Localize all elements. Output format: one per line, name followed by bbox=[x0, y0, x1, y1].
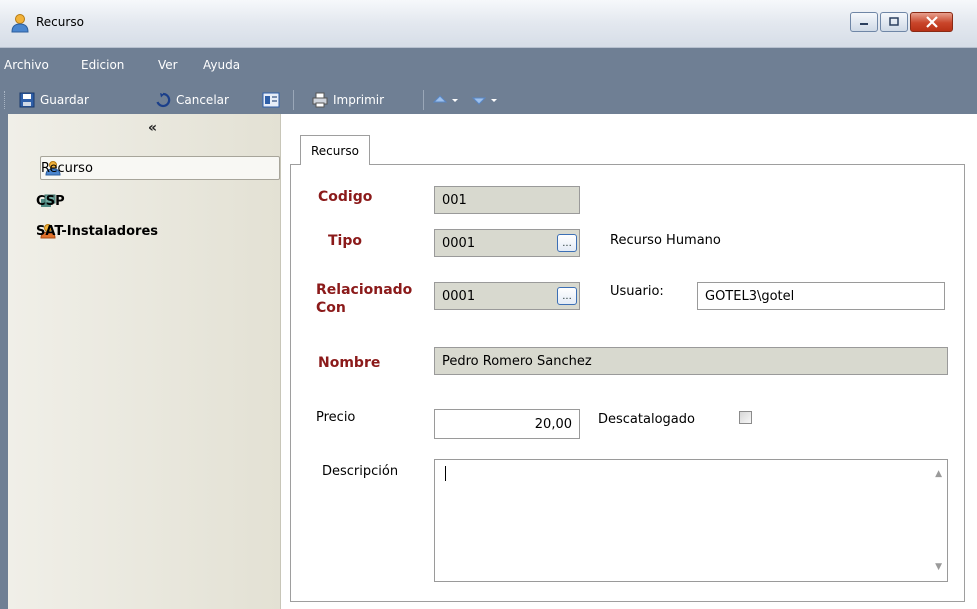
printer-icon bbox=[312, 92, 328, 108]
menu-edicion[interactable]: Edicion bbox=[81, 58, 124, 72]
descripcion-textarea[interactable]: ▲ ▼ bbox=[434, 459, 948, 582]
text-caret bbox=[445, 466, 446, 481]
tab-recurso[interactable]: Recurso bbox=[300, 135, 370, 165]
menu-archivo[interactable]: Archivo bbox=[4, 58, 49, 72]
nombre-field[interactable]: Pedro Romero Sanchez bbox=[434, 347, 948, 375]
user-icon bbox=[11, 13, 29, 33]
minimize-button[interactable] bbox=[850, 12, 878, 32]
sidebar-item-label: Recurso bbox=[41, 160, 93, 176]
floppy-icon bbox=[19, 92, 35, 108]
toolbar-grip[interactable] bbox=[4, 91, 7, 109]
precio-field[interactable]: 20,00 bbox=[434, 409, 580, 439]
tipo-description: Recurso Humano bbox=[610, 233, 721, 248]
collapse-panel-button[interactable]: « bbox=[148, 120, 157, 136]
tipo-value: 0001 bbox=[442, 235, 476, 251]
window-title: Recurso bbox=[36, 15, 84, 29]
usuario-label: Usuario: bbox=[610, 284, 664, 299]
sidebar-item-csp[interactable]: CSP bbox=[36, 189, 281, 213]
nombre-label: Nombre bbox=[318, 355, 381, 371]
codigo-value: 001 bbox=[442, 192, 467, 208]
codigo-field[interactable]: 001 bbox=[434, 186, 580, 214]
descatalogado-checkbox[interactable] bbox=[739, 411, 752, 424]
undo-icon bbox=[155, 92, 171, 108]
navigate-down-dropdown[interactable] bbox=[471, 91, 501, 109]
navigate-up-dropdown[interactable] bbox=[432, 91, 462, 109]
codigo-label: Codigo bbox=[318, 189, 373, 205]
print-button[interactable]: Imprimir bbox=[312, 91, 384, 109]
print-label: Imprimir bbox=[333, 93, 385, 107]
navigation-panel: « Recurso CSP SAT-Instaladores bbox=[8, 114, 281, 609]
relacionado-value: 0001 bbox=[442, 288, 476, 304]
left-frame bbox=[0, 114, 8, 609]
relacionado-label-line2: Con bbox=[316, 300, 346, 316]
title-bar: Recurso bbox=[0, 0, 977, 48]
cancel-label: Cancelar bbox=[176, 93, 229, 107]
sidebar-item-label: CSP bbox=[36, 193, 65, 209]
toolbar-separator bbox=[293, 90, 294, 110]
relacionado-lookup-button[interactable]: ... bbox=[557, 287, 577, 305]
menu-ver[interactable]: Ver bbox=[158, 58, 178, 72]
nombre-value: Pedro Romero Sanchez bbox=[442, 353, 592, 369]
save-label: Guardar bbox=[40, 93, 89, 107]
maximize-button[interactable] bbox=[880, 12, 908, 32]
cancel-button[interactable]: Cancelar bbox=[155, 91, 229, 109]
close-button[interactable] bbox=[910, 12, 953, 32]
save-button[interactable]: Guardar bbox=[19, 91, 89, 109]
form-icon[interactable] bbox=[262, 91, 280, 109]
usuario-value: GOTEL3\gotel bbox=[705, 288, 795, 304]
descripcion-label: Descripción bbox=[322, 464, 399, 479]
scroll-down-arrow-icon[interactable]: ▼ bbox=[935, 562, 942, 572]
tipo-label: Tipo bbox=[328, 233, 362, 249]
precio-value: 20,00 bbox=[534, 416, 572, 432]
usuario-field[interactable]: GOTEL3\gotel bbox=[697, 282, 945, 310]
toolbar: Guardar Cancelar Imprimir bbox=[0, 86, 977, 114]
relacionado-label-line1: Relacionado bbox=[316, 282, 413, 298]
menu-ayuda[interactable]: Ayuda bbox=[203, 58, 240, 72]
tipo-lookup-button[interactable]: ... bbox=[557, 234, 577, 252]
sidebar-item-label: SAT-Instaladores bbox=[36, 223, 159, 239]
sidebar-item-sat-instaladores[interactable]: SAT-Instaladores bbox=[36, 219, 281, 243]
menu-bar: Archivo Edicion Ver Ayuda bbox=[0, 48, 977, 86]
scroll-up-arrow-icon[interactable]: ▲ bbox=[935, 469, 942, 479]
toolbar-separator bbox=[423, 90, 424, 110]
precio-label: Precio bbox=[316, 410, 356, 425]
descatalogado-label: Descatalogado bbox=[598, 412, 695, 427]
sidebar-item-recurso[interactable]: Recurso bbox=[40, 156, 280, 180]
